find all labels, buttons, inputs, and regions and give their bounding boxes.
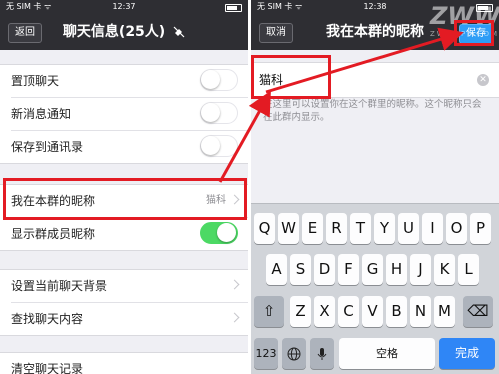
key-t[interactable]: T xyxy=(350,213,371,244)
shift-key[interactable]: ⇧ xyxy=(254,296,284,327)
status-bar: 无 SIM 卡 ᯤ 12:37 xyxy=(0,0,248,14)
setting-label: 设置当前聊天背景 xyxy=(11,279,108,293)
key-q[interactable]: Q xyxy=(254,213,275,244)
settings-group-1: 置顶聊天 新消息通知 保存到通讯录 xyxy=(0,64,248,164)
save-contacts-toggle[interactable] xyxy=(200,135,238,157)
key-z[interactable]: Z xyxy=(290,296,311,327)
setting-label: 保存到通讯录 xyxy=(11,140,84,154)
key-f[interactable]: F xyxy=(338,254,359,285)
key-w[interactable]: W xyxy=(278,213,299,244)
setting-row-search[interactable]: 查找聊天内容 xyxy=(11,303,248,335)
key-a[interactable]: A xyxy=(266,254,287,285)
setting-row-show-nicknames: 显示群成员昵称 xyxy=(11,218,248,250)
key-k[interactable]: K xyxy=(434,254,455,285)
numbers-key[interactable]: 123 xyxy=(254,338,278,369)
settings-group-4: 清空聊天记录 xyxy=(0,352,248,374)
key-i[interactable]: I xyxy=(422,213,443,244)
globe-icon xyxy=(287,347,301,361)
microphone-key[interactable] xyxy=(310,338,334,369)
setting-label: 查找聊天内容 xyxy=(11,312,84,326)
page-title-text: 聊天信息(25人) xyxy=(62,24,166,40)
setting-row-clear-history[interactable]: 清空聊天记录 xyxy=(11,353,248,374)
key-m[interactable]: M xyxy=(434,296,455,327)
key-g[interactable]: G xyxy=(362,254,383,285)
space-key[interactable]: 空格 xyxy=(339,338,435,369)
setting-label: 清空聊天记录 xyxy=(11,362,84,374)
status-time: 12:37 xyxy=(112,2,136,11)
backspace-key[interactable]: ⌫ xyxy=(463,296,493,327)
notification-toggle[interactable] xyxy=(200,102,238,124)
key-h[interactable]: H xyxy=(386,254,407,285)
nickname-hint: 在这里可以设置你在这个群里的昵称。这个昵称只会在此群内显示。 xyxy=(263,99,482,123)
setting-row-pin: 置顶聊天 xyxy=(11,65,248,98)
pin-chat-toggle[interactable] xyxy=(200,69,238,91)
key-c[interactable]: C xyxy=(338,296,359,327)
battery-icon xyxy=(225,4,242,12)
chevron-right-icon xyxy=(229,279,240,290)
setting-row-notify: 新消息通知 xyxy=(11,98,248,131)
show-nicknames-toggle[interactable] xyxy=(200,222,238,244)
globe-key[interactable] xyxy=(282,338,306,369)
key-l[interactable]: L xyxy=(458,254,479,285)
settings-group-3: 设置当前聊天背景 查找聊天内容 xyxy=(0,269,248,336)
key-o[interactable]: O xyxy=(446,213,467,244)
highlight-nickname-row xyxy=(3,178,247,220)
setting-label: 置顶聊天 xyxy=(11,74,60,88)
nav-bar: 返回 聊天信息(25人) xyxy=(0,14,248,50)
key-x[interactable]: X xyxy=(314,296,335,327)
key-u[interactable]: U xyxy=(398,213,419,244)
setting-label: 新消息通知 xyxy=(11,107,72,121)
keyboard: Q W E R T Y U I O P A S D F G H J K L ⇧ … xyxy=(251,203,499,374)
mute-icon xyxy=(173,26,185,38)
key-p[interactable]: P xyxy=(470,213,491,244)
page-title: 聊天信息(25人) xyxy=(0,14,248,50)
highlight-save-button xyxy=(454,20,494,46)
key-j[interactable]: J xyxy=(410,254,431,285)
chevron-right-icon xyxy=(229,312,240,323)
key-n[interactable]: N xyxy=(410,296,431,327)
setting-row-background[interactable]: 设置当前聊天背景 xyxy=(11,270,248,303)
setting-row-save-contacts: 保存到通讯录 xyxy=(11,131,248,163)
key-e[interactable]: E xyxy=(302,213,323,244)
key-v[interactable]: V xyxy=(362,296,383,327)
key-b[interactable]: B xyxy=(386,296,407,327)
clear-icon[interactable]: ✕ xyxy=(477,74,489,86)
key-s[interactable]: S xyxy=(290,254,311,285)
key-y[interactable]: Y xyxy=(374,213,395,244)
microphone-icon xyxy=(317,348,327,360)
key-d[interactable]: D xyxy=(314,254,335,285)
done-key[interactable]: 完成 xyxy=(439,338,495,369)
key-r[interactable]: R xyxy=(326,213,347,244)
setting-label: 显示群成员昵称 xyxy=(11,227,96,241)
highlight-nickname-input xyxy=(251,55,331,99)
